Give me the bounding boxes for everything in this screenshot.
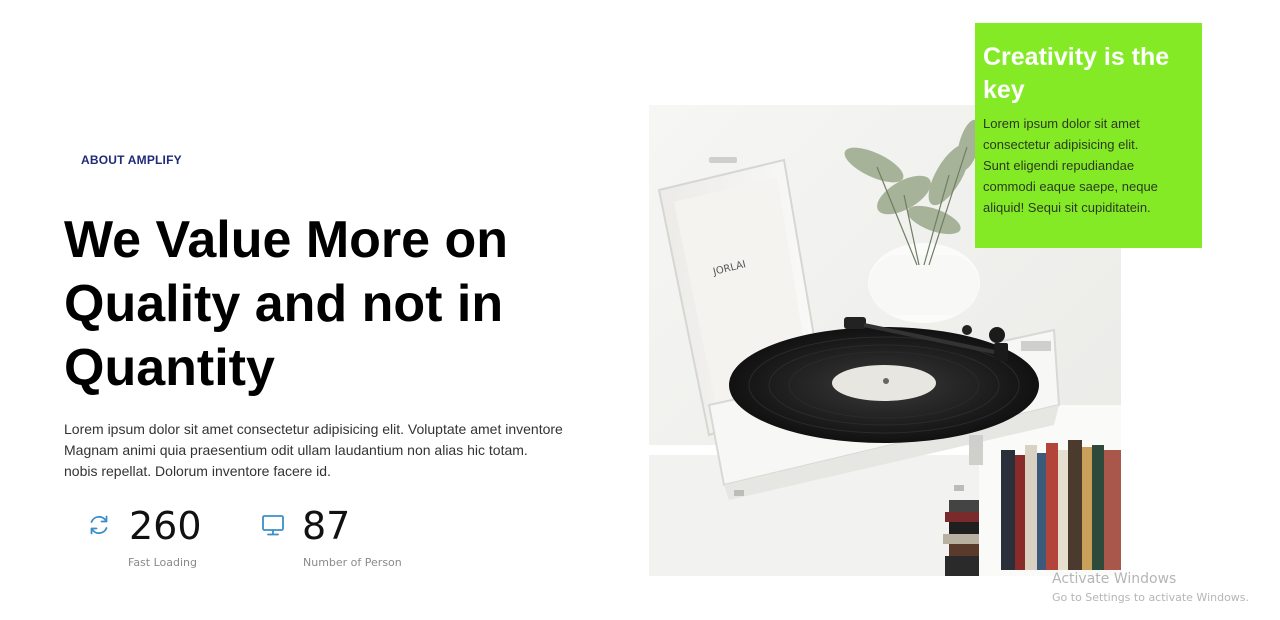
about-description-line: Magnam animi quia praesentium odit ullam… xyxy=(64,442,528,458)
stat-label: Number of Person xyxy=(303,556,402,569)
about-description: Lorem ipsum dolor sit amet consectetur a… xyxy=(64,419,604,482)
stat-value: 260 xyxy=(129,504,202,548)
card-title-line: Creativity is the xyxy=(983,43,1170,71)
stat-value: 87 xyxy=(302,504,351,548)
section-eyebrow: ABOUT AMPLIFY xyxy=(81,153,182,167)
watermark-subtitle: Go to Settings to activate Windows. xyxy=(1052,591,1250,604)
page-title: We Value More on Quality and not in Quan… xyxy=(64,208,624,400)
card-description-line: commodi eaque saepe, neque xyxy=(983,179,1158,194)
page-title-line: We Value More on xyxy=(64,211,509,269)
card-description-line: consectetur adipisicing elit. xyxy=(983,137,1139,152)
card-description-line: aliquid! Sequi sit cupiditatein. xyxy=(983,200,1151,215)
about-section: ABOUT AMPLIFY We Value More on Quality a… xyxy=(0,0,1280,620)
page-title-line: Quality and not in xyxy=(64,275,504,333)
stat-label: Fast Loading xyxy=(128,556,197,569)
page-title-line: Quantity xyxy=(64,339,275,397)
creativity-card: Creativity is the key Lorem ipsum dolor … xyxy=(975,23,1202,248)
about-description-line: Lorem ipsum dolor sit amet consectetur a… xyxy=(64,421,563,437)
card-description-line: Lorem ipsum dolor sit amet xyxy=(983,116,1140,131)
card-title-line: key xyxy=(983,76,1025,104)
windows-activation-watermark: Activate Windows Go to Settings to activ… xyxy=(1052,570,1249,606)
card-description: Lorem ipsum dolor sit amet consectetur a… xyxy=(983,113,1194,218)
refresh-icon xyxy=(90,515,108,535)
card-description-line: Sunt eligendi repudiandae xyxy=(983,158,1135,173)
watermark-title: Activate Windows xyxy=(1052,571,1177,587)
monitor-icon xyxy=(262,515,284,536)
about-description-line: nobis repellat. Dolorum inventore facere… xyxy=(64,463,331,479)
card-title: Creativity is the key xyxy=(983,41,1194,107)
